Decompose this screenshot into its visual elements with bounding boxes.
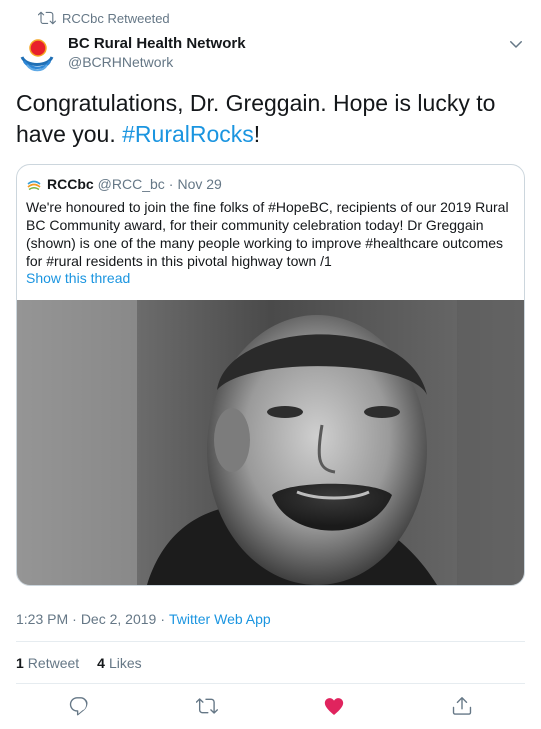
separator-dot: · (160, 611, 165, 627)
show-thread-link[interactable]: Show this thread (26, 270, 130, 286)
likes-label: Likes (108, 655, 142, 671)
tweet-time[interactable]: 1:23 PM (16, 611, 68, 627)
tweet-date[interactable]: Dec 2, 2019 (81, 611, 157, 627)
quoted-photo[interactable] (17, 300, 524, 585)
retweet-icon (37, 9, 56, 27)
tweet-text-end: ! (253, 121, 261, 147)
tweet-header: BC Rural Health Network @BCRHNetwork (16, 33, 525, 75)
chevron-down-icon[interactable] (507, 35, 525, 53)
retweets-stat[interactable]: 1 Retweet (16, 655, 79, 671)
retweet-icon[interactable] (195, 695, 220, 719)
separator-dot: · (168, 176, 174, 192)
likes-stat[interactable]: 4 Likes (97, 655, 141, 671)
quoted-tweet-header: RCCbc @RCC_bc · Nov 29 (26, 175, 222, 193)
retweets-label: Retweet (27, 655, 80, 671)
retweet-context: RCCbc Retweeted (37, 9, 170, 27)
heart-icon[interactable] (323, 695, 347, 719)
retweets-count: 1 (16, 655, 24, 671)
quoted-name[interactable]: RCCbc (47, 176, 94, 192)
tweet-timestamp: 1:23 PM · Dec 2, 2019 · Twitter Web App (16, 611, 271, 627)
tweet-stats: 1 Retweet 4 Likes (16, 655, 160, 671)
avatar[interactable] (16, 33, 58, 75)
author-name[interactable]: BC Rural Health Network (68, 35, 246, 52)
likes-count: 4 (97, 655, 105, 671)
divider (16, 641, 525, 642)
quoted-avatar (26, 176, 42, 192)
divider (16, 683, 525, 684)
reply-icon[interactable] (68, 695, 92, 719)
tweet-source-link[interactable]: Twitter Web App (169, 611, 271, 627)
quoted-handle[interactable]: @RCC_bc (98, 176, 165, 192)
separator-dot: · (72, 611, 77, 627)
quoted-text: We're honoured to join the fine folks of… (26, 199, 509, 269)
author-handle[interactable]: @BCRHNetwork (68, 54, 173, 70)
quoted-tweet[interactable]: RCCbc @RCC_bc · Nov 29 We're honoured to… (16, 164, 525, 586)
tweet-text: Congratulations, Dr. Greggain. Hope is l… (16, 88, 516, 150)
hashtag-link[interactable]: #RuralRocks (122, 121, 254, 147)
quoted-date[interactable]: Nov 29 (177, 176, 221, 192)
share-icon[interactable] (451, 695, 475, 719)
retweet-context-text[interactable]: RCCbc Retweeted (62, 11, 170, 26)
tweet-actions (0, 693, 541, 723)
